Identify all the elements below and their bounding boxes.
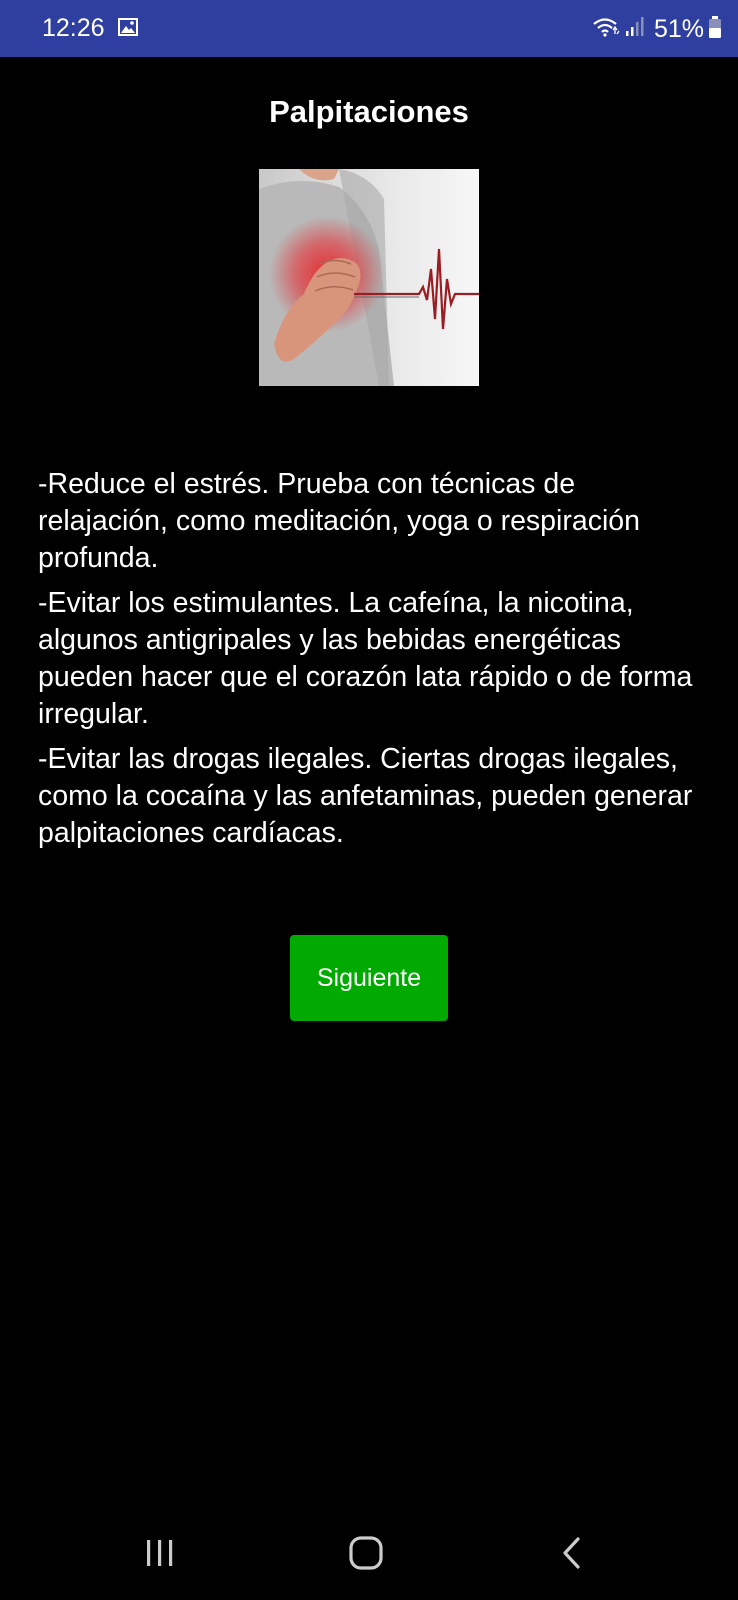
status-bar: 12:26 51% — [0, 0, 738, 57]
palpitation-image — [259, 169, 479, 386]
gallery-icon — [118, 18, 138, 41]
tips-list: -Reduce el estrés. Prueba con técnicas d… — [38, 466, 708, 860]
battery-percent: 51% — [653, 14, 704, 43]
tip-stress: -Reduce el estrés. Prueba con técnicas d… — [38, 468, 640, 574]
home-icon — [348, 1535, 384, 1576]
status-icons: 51% — [592, 14, 722, 44]
back-icon — [560, 1536, 584, 1575]
next-button[interactable]: Siguiente — [290, 935, 448, 1021]
tip-drugs: -Evitar las drogas ilegales. Ciertas dro… — [38, 743, 693, 849]
navigation-bar — [0, 1510, 738, 1600]
status-time: 12:26 — [42, 14, 105, 42]
tip-stimulants: -Evitar los estimulantes. La cafeína, la… — [38, 587, 693, 730]
recent-apps-button[interactable] — [115, 1510, 205, 1600]
page-title: Palpitaciones — [269, 94, 469, 129]
home-button[interactable] — [321, 1510, 411, 1600]
wifi-icon — [592, 16, 620, 43]
recent-apps-icon — [143, 1538, 177, 1573]
battery-icon — [708, 15, 722, 44]
back-button[interactable] — [527, 1510, 617, 1600]
signal-icon — [624, 16, 646, 43]
